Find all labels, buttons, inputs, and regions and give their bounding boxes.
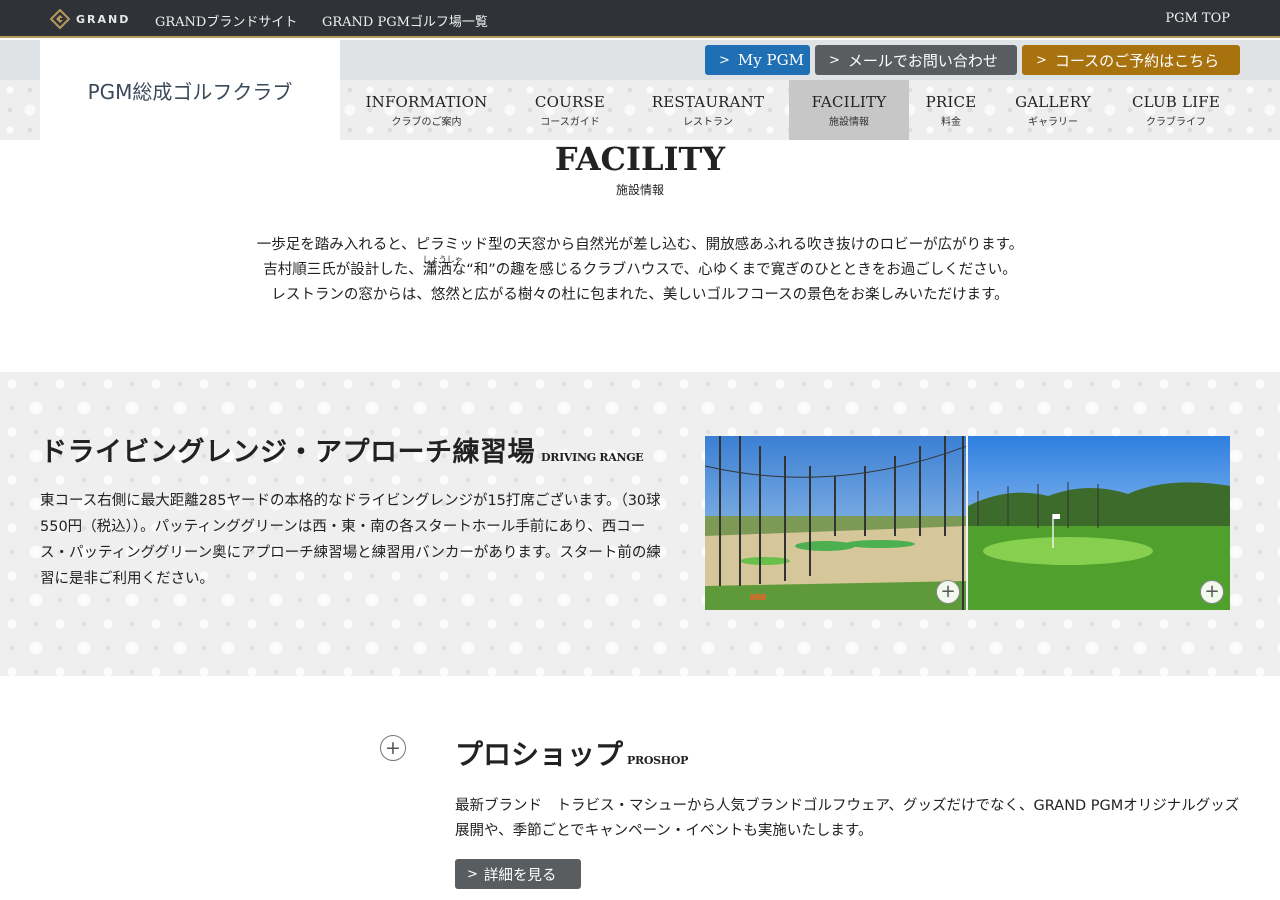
page-title: FACILITY xyxy=(554,140,726,178)
putting-green-image xyxy=(968,436,1230,610)
nav-item-sublabel: ギャラリー xyxy=(1028,116,1078,128)
nav-item-sublabel: 料金 xyxy=(941,116,961,128)
pgm-top-link[interactable]: PGM TOP xyxy=(1165,11,1230,26)
driving-range-photo[interactable]: + xyxy=(705,436,966,610)
nav-item-label: CLUB LIFE xyxy=(1131,92,1221,111)
intro-line: 一歩足を踏み入れると、ピラミッド型の天窓から自然光が差し込む、開放感あふれる吹き… xyxy=(256,237,1024,253)
driving-range-section: ドライビングレンジ・アプローチ練習場 DRIVING RANGE 東コース右側に最… xyxy=(0,372,1280,676)
nav-item-gallery[interactable]: GALLERY ギャラリー xyxy=(1004,80,1102,140)
driving-range-title-ja: ドライビングレンジ・アプローチ練習場 xyxy=(40,437,535,468)
facility-intro: 一歩足を踏み入れると、ピラミッド型の天窓から自然光が差し込む、開放感あふれる吹き… xyxy=(0,233,1280,308)
proshop-description: 最新ブランド トラビス・マシューから人気ブランドゴルフウェア、グッズだけでなく、… xyxy=(455,798,1240,839)
ruby-word: しょうしゃ 瀟洒 xyxy=(423,255,463,283)
nav-item-facility[interactable]: FACILITY 施設情報 xyxy=(789,80,909,140)
grand-logo-icon xyxy=(50,9,70,29)
nav-item-course[interactable]: COURSE コースガイド xyxy=(520,80,620,140)
mail-contact-button-label: メールでお問い合わせ xyxy=(847,51,998,70)
chevron-right-icon: > xyxy=(719,52,730,68)
proshop-detail-button-label: 詳細を見る xyxy=(483,867,557,884)
my-pgm-button-label: My PGM xyxy=(737,51,804,69)
page-subtitle: 施設情報 xyxy=(615,183,664,197)
nav-item-label: COURSE xyxy=(534,92,606,111)
chevron-right-icon: > xyxy=(467,866,478,882)
nav-item-label: FACILITY xyxy=(811,92,887,111)
intro-text: 吉村順三氏が設計した、 xyxy=(263,262,423,278)
chevron-right-icon: > xyxy=(829,52,840,68)
putting-green-photo[interactable]: + xyxy=(968,436,1230,610)
driving-range-title: ドライビングレンジ・アプローチ練習場 DRIVING RANGE xyxy=(40,430,644,469)
proshop-title-ja: プロショップ xyxy=(455,738,624,771)
nav-item-club-life[interactable]: CLUB LIFE クラブライフ xyxy=(1122,80,1230,140)
proshop-detail-button[interactable]: > 詳細を見る xyxy=(455,859,581,889)
my-pgm-button[interactable]: > My PGM xyxy=(705,45,810,75)
mail-contact-button[interactable]: > メールでお問い合わせ xyxy=(815,45,1017,75)
intro-line: 吉村順三氏が設計した、 しょうしゃ 瀟洒な“和”の趣を感じるクラブハウスで、心ゆくま… xyxy=(0,255,1280,283)
nav-item-label: GALLERY xyxy=(1015,92,1091,111)
nav-item-information[interactable]: INFORMATION クラブのご案内 xyxy=(354,80,499,140)
main-nav: INFORMATION クラブのご案内 COURSE コースガイド RESTAU… xyxy=(340,80,1240,140)
expand-photo-plus-icon[interactable]: + xyxy=(936,580,960,604)
grand-pgm-course-list-link[interactable]: GRAND PGMゴルフ場一覧 xyxy=(322,11,488,30)
course-reservation-button[interactable]: > コースのご予約はこちら xyxy=(1022,45,1240,75)
nav-item-price[interactable]: PRICE 料金 xyxy=(918,80,984,140)
grand-logo-text: GRAND xyxy=(76,12,131,26)
grand-brand-site-link[interactable]: GRANDブランドサイト xyxy=(155,11,297,30)
expand-photo-plus-icon[interactable]: + xyxy=(1200,580,1224,604)
top-bar: GRAND GRANDブランドサイト GRAND PGMゴルフ場一覧 PGM T… xyxy=(0,0,1280,38)
nav-item-sublabel: クラブのご案内 xyxy=(391,116,462,128)
nav-item-sublabel: コースガイド xyxy=(540,116,600,128)
intro-text: な“和”の趣を感じるクラブハウスで、心ゆくまで寛ぎのひとときをお過ごしください。 xyxy=(451,262,1017,278)
proshop-title-en: PROSHOP xyxy=(627,754,689,767)
driving-range-title-en: DRIVING RANGE xyxy=(541,451,644,464)
club-logo[interactable]: PGM総成ゴルフクラブ xyxy=(40,40,340,140)
course-reservation-button-label: コースのご予約はこちら xyxy=(1054,51,1220,70)
grand-logo[interactable]: GRAND xyxy=(50,8,130,30)
club-name: PGM総成ゴルフクラブ xyxy=(87,79,293,104)
nav-item-sublabel: クラブライフ xyxy=(1146,116,1206,128)
nav-item-label: RESTAURANT xyxy=(651,92,765,111)
nav-item-restaurant[interactable]: RESTAURANT レストラン xyxy=(640,80,776,140)
proshop-expand-plus-icon[interactable]: + xyxy=(380,735,406,761)
nav-item-sublabel: 施設情報 xyxy=(829,116,869,128)
nav-item-label: PRICE xyxy=(925,92,977,111)
nav-item-sublabel: レストラン xyxy=(683,116,733,128)
driving-range-description: 東コース右側に最大距離285ヤードの本格的なドライビングレンジが15打席ございま… xyxy=(40,493,661,587)
chevron-right-icon: > xyxy=(1036,52,1047,68)
intro-line: レストランの窓からは、悠然と広がる樹々の杜に包まれた、美しいゴルフコースの景色を… xyxy=(271,287,1009,303)
nav-item-label: INFORMATION xyxy=(365,92,488,111)
ruby-reading: しょうしゃ xyxy=(422,255,463,264)
proshop-title: プロショップ PROSHOP xyxy=(455,733,688,773)
driving-range-image xyxy=(705,436,966,610)
